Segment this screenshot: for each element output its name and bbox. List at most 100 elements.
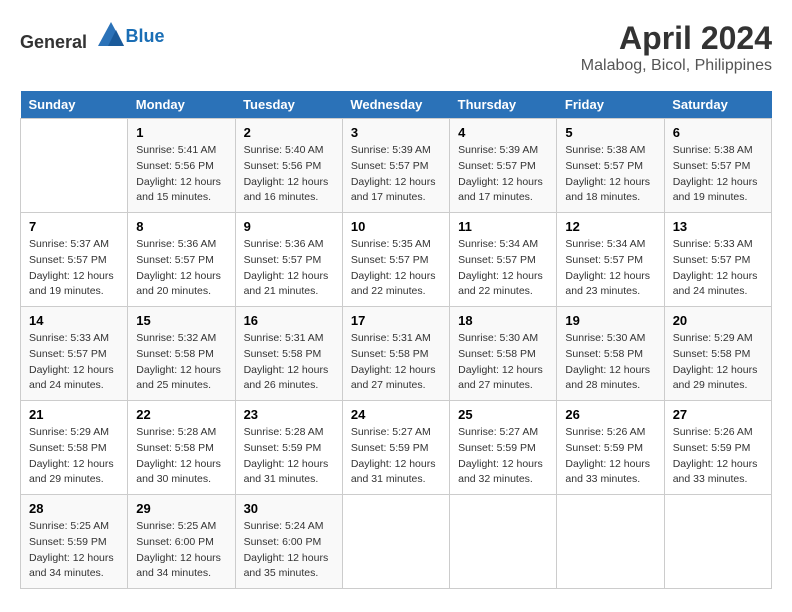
calendar-cell: 18 Sunrise: 5:30 AM Sunset: 5:58 PM Dayli…	[450, 307, 557, 401]
day-number: 5	[565, 125, 655, 140]
day-number: 13	[673, 219, 763, 234]
day-number: 2	[244, 125, 334, 140]
logo-blue: Blue	[126, 26, 165, 46]
week-row-3: 14 Sunrise: 5:33 AM Sunset: 5:57 PM Dayli…	[21, 307, 772, 401]
day-header-sunday: Sunday	[21, 91, 128, 119]
day-info: Sunrise: 5:37 AM Sunset: 5:57 PM Dayligh…	[29, 237, 119, 300]
header-row: SundayMondayTuesdayWednesdayThursdayFrid…	[21, 91, 772, 119]
day-info: Sunrise: 5:25 AM Sunset: 5:59 PM Dayligh…	[29, 519, 119, 582]
day-number: 15	[136, 313, 226, 328]
calendar-cell: 24 Sunrise: 5:27 AM Sunset: 5:59 PM Dayli…	[342, 401, 449, 495]
title-area: April 2024 Malabog, Bicol, Philippines	[581, 20, 772, 75]
calendar-cell: 17 Sunrise: 5:31 AM Sunset: 5:58 PM Dayli…	[342, 307, 449, 401]
day-number: 17	[351, 313, 441, 328]
calendar-cell: 10 Sunrise: 5:35 AM Sunset: 5:57 PM Dayli…	[342, 213, 449, 307]
day-header-tuesday: Tuesday	[235, 91, 342, 119]
calendar-cell	[450, 495, 557, 589]
day-info: Sunrise: 5:41 AM Sunset: 5:56 PM Dayligh…	[136, 143, 226, 206]
calendar-cell: 12 Sunrise: 5:34 AM Sunset: 5:57 PM Dayli…	[557, 213, 664, 307]
day-number: 14	[29, 313, 119, 328]
logo: General Blue	[20, 20, 165, 53]
day-info: Sunrise: 5:38 AM Sunset: 5:57 PM Dayligh…	[673, 143, 763, 206]
day-number: 25	[458, 407, 548, 422]
day-info: Sunrise: 5:30 AM Sunset: 5:58 PM Dayligh…	[458, 331, 548, 394]
day-info: Sunrise: 5:33 AM Sunset: 5:57 PM Dayligh…	[29, 331, 119, 394]
day-number: 29	[136, 501, 226, 516]
header: General Blue April 2024 Malabog, Bicol, …	[20, 20, 772, 75]
calendar-cell: 16 Sunrise: 5:31 AM Sunset: 5:58 PM Dayli…	[235, 307, 342, 401]
day-info: Sunrise: 5:36 AM Sunset: 5:57 PM Dayligh…	[244, 237, 334, 300]
calendar-table: SundayMondayTuesdayWednesdayThursdayFrid…	[20, 91, 772, 589]
week-row-5: 28Sunrise: 5:25 AM Sunset: 5:59 PM Dayli…	[21, 495, 772, 589]
day-number: 1	[136, 125, 226, 140]
calendar-cell	[664, 495, 771, 589]
logo-icon	[96, 20, 126, 48]
day-info: Sunrise: 5:27 AM Sunset: 5:59 PM Dayligh…	[458, 425, 548, 488]
day-header-wednesday: Wednesday	[342, 91, 449, 119]
day-info: Sunrise: 5:27 AM Sunset: 5:59 PM Dayligh…	[351, 425, 441, 488]
day-number: 26	[565, 407, 655, 422]
day-number: 21	[29, 407, 119, 422]
calendar-cell: 25 Sunrise: 5:27 AM Sunset: 5:59 PM Dayli…	[450, 401, 557, 495]
day-number: 6	[673, 125, 763, 140]
week-row-4: 21 Sunrise: 5:29 AM Sunset: 5:58 PM Dayli…	[21, 401, 772, 495]
day-info: Sunrise: 5:24 AM Sunset: 6:00 PM Dayligh…	[244, 519, 334, 582]
day-number: 16	[244, 313, 334, 328]
day-number: 27	[673, 407, 763, 422]
day-number: 9	[244, 219, 334, 234]
day-header-friday: Friday	[557, 91, 664, 119]
day-info: Sunrise: 5:34 AM Sunset: 5:57 PM Dayligh…	[565, 237, 655, 300]
day-number: 10	[351, 219, 441, 234]
week-row-1: 1 Sunrise: 5:41 AM Sunset: 5:56 PM Daylig…	[21, 119, 772, 213]
day-info: Sunrise: 5:25 AM Sunset: 6:00 PM Dayligh…	[136, 519, 226, 582]
day-info: Sunrise: 5:40 AM Sunset: 5:56 PM Dayligh…	[244, 143, 334, 206]
calendar-cell: 15 Sunrise: 5:32 AM Sunset: 5:58 PM Dayli…	[128, 307, 235, 401]
calendar-cell: 3Sunrise: 5:39 AM Sunset: 5:57 PM Daylig…	[342, 119, 449, 213]
calendar-cell: 22 Sunrise: 5:28 AM Sunset: 5:58 PM Dayli…	[128, 401, 235, 495]
subtitle: Malabog, Bicol, Philippines	[581, 57, 772, 75]
calendar-cell: 28Sunrise: 5:25 AM Sunset: 5:59 PM Dayli…	[21, 495, 128, 589]
calendar-cell: 2 Sunrise: 5:40 AM Sunset: 5:56 PM Daylig…	[235, 119, 342, 213]
calendar-cell: 30 Sunrise: 5:24 AM Sunset: 6:00 PM Dayli…	[235, 495, 342, 589]
day-info: Sunrise: 5:35 AM Sunset: 5:57 PM Dayligh…	[351, 237, 441, 300]
day-info: Sunrise: 5:31 AM Sunset: 5:58 PM Dayligh…	[244, 331, 334, 394]
day-info: Sunrise: 5:31 AM Sunset: 5:58 PM Dayligh…	[351, 331, 441, 394]
day-info: Sunrise: 5:28 AM Sunset: 5:59 PM Dayligh…	[244, 425, 334, 488]
day-info: Sunrise: 5:26 AM Sunset: 5:59 PM Dayligh…	[673, 425, 763, 488]
calendar-cell: 1 Sunrise: 5:41 AM Sunset: 5:56 PM Daylig…	[128, 119, 235, 213]
calendar-cell: 20Sunrise: 5:29 AM Sunset: 5:58 PM Dayli…	[664, 307, 771, 401]
calendar-cell: 7 Sunrise: 5:37 AM Sunset: 5:57 PM Daylig…	[21, 213, 128, 307]
logo-general: General	[20, 32, 87, 52]
calendar-cell: 27 Sunrise: 5:26 AM Sunset: 5:59 PM Dayli…	[664, 401, 771, 495]
day-info: Sunrise: 5:33 AM Sunset: 5:57 PM Dayligh…	[673, 237, 763, 300]
day-info: Sunrise: 5:39 AM Sunset: 5:57 PM Dayligh…	[458, 143, 548, 206]
day-number: 20	[673, 313, 763, 328]
day-info: Sunrise: 5:34 AM Sunset: 5:57 PM Dayligh…	[458, 237, 548, 300]
day-number: 4	[458, 125, 548, 140]
day-info: Sunrise: 5:38 AM Sunset: 5:57 PM Dayligh…	[565, 143, 655, 206]
day-number: 30	[244, 501, 334, 516]
calendar-cell	[557, 495, 664, 589]
day-header-monday: Monday	[128, 91, 235, 119]
day-number: 19	[565, 313, 655, 328]
calendar-cell: 6 Sunrise: 5:38 AM Sunset: 5:57 PM Daylig…	[664, 119, 771, 213]
day-info: Sunrise: 5:32 AM Sunset: 5:58 PM Dayligh…	[136, 331, 226, 394]
calendar-cell: 13 Sunrise: 5:33 AM Sunset: 5:57 PM Dayli…	[664, 213, 771, 307]
calendar-cell	[342, 495, 449, 589]
day-number: 22	[136, 407, 226, 422]
day-number: 24	[351, 407, 441, 422]
day-number: 12	[565, 219, 655, 234]
day-number: 7	[29, 219, 119, 234]
calendar-cell: 14 Sunrise: 5:33 AM Sunset: 5:57 PM Dayli…	[21, 307, 128, 401]
day-header-saturday: Saturday	[664, 91, 771, 119]
calendar-cell: 5 Sunrise: 5:38 AM Sunset: 5:57 PM Daylig…	[557, 119, 664, 213]
day-info: Sunrise: 5:29 AM Sunset: 5:58 PM Dayligh…	[29, 425, 119, 488]
day-number: 18	[458, 313, 548, 328]
day-header-thursday: Thursday	[450, 91, 557, 119]
day-info: Sunrise: 5:36 AM Sunset: 5:57 PM Dayligh…	[136, 237, 226, 300]
main-title: April 2024	[581, 20, 772, 57]
calendar-cell: 29 Sunrise: 5:25 AM Sunset: 6:00 PM Dayli…	[128, 495, 235, 589]
calendar-cell: 19Sunrise: 5:30 AM Sunset: 5:58 PM Dayli…	[557, 307, 664, 401]
day-info: Sunrise: 5:39 AM Sunset: 5:57 PM Dayligh…	[351, 143, 441, 206]
day-info: Sunrise: 5:28 AM Sunset: 5:58 PM Dayligh…	[136, 425, 226, 488]
